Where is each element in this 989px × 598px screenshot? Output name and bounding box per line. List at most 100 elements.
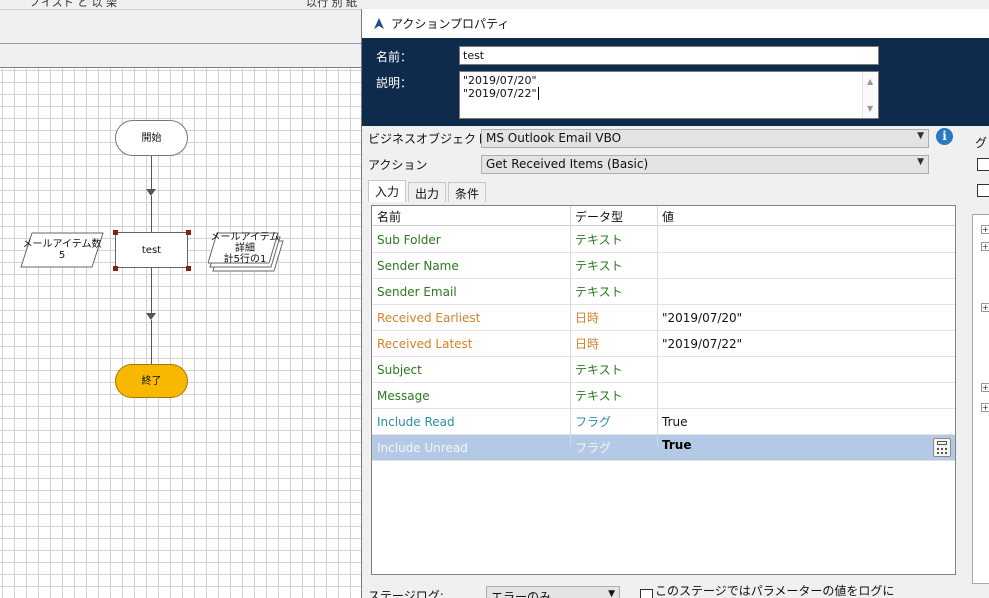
param-name: Sender Email: [377, 285, 457, 299]
param-value[interactable]: "2019/07/22": [662, 337, 742, 351]
stage-log-select[interactable]: エラーのみ ▼: [486, 586, 620, 598]
collection-text: メールアイテム詳細 計5行の1: [208, 231, 282, 265]
link-arrow: [151, 196, 152, 232]
expand-icon[interactable]: +: [981, 383, 989, 392]
start-stage[interactable]: 開始: [115, 120, 188, 156]
param-data-type: テキスト: [575, 259, 623, 273]
chevron-down-icon: ▼: [608, 589, 615, 598]
param-value[interactable]: True: [662, 438, 691, 452]
toolbar-ghost-text: ノイスト と 以 架: [30, 0, 118, 9]
column-divider: [657, 206, 658, 446]
param-data-type: テキスト: [575, 389, 623, 403]
dialog-title: アクションプロパティ: [391, 17, 510, 31]
param-data-type: テキスト: [575, 285, 623, 299]
canvas-header: [0, 44, 362, 67]
action-properties-dialog: アクションプロパティ 名前： test 説明： "2019/07/20" "20…: [361, 9, 989, 598]
link-arrow: [151, 268, 152, 316]
action-stage-icon: [374, 18, 384, 29]
tab-conditions[interactable]: 条件: [448, 182, 487, 202]
right-panel-tree: + + + + +: [972, 214, 989, 584]
arrow-head-icon: [146, 189, 156, 196]
param-value[interactable]: "2019/07/20": [662, 311, 742, 325]
data-item-value: 5: [58, 250, 66, 261]
param-name: Message: [377, 389, 430, 403]
expand-icon[interactable]: +: [981, 303, 989, 312]
business-object-label: ビジネスオブジェクト: [368, 132, 489, 146]
scroll-up-icon[interactable]: ▲: [867, 75, 873, 88]
right-panel-checkbox[interactable]: [977, 158, 989, 171]
collection-name: メールアイテム詳細: [210, 231, 280, 254]
param-data-type: 日時: [575, 311, 600, 325]
header-name: 名前: [377, 210, 402, 224]
description-label: 説明：: [376, 76, 413, 90]
tab-output[interactable]: 出力: [408, 182, 447, 202]
description-line-2: "2019/07/22": [463, 87, 539, 100]
param-name: Sender Name: [377, 259, 459, 273]
name-field[interactable]: test: [459, 46, 879, 65]
right-panel-checkbox[interactable]: [977, 184, 989, 197]
dialog-header: 名前： test 説明： "2019/07/20" "2019/07/22" ▲…: [362, 38, 989, 126]
table-row[interactable]: Message テキスト: [372, 383, 955, 409]
stage-log-value: エラーのみ: [491, 590, 552, 598]
param-name: Sub Folder: [377, 233, 441, 247]
param-value[interactable]: True: [662, 415, 688, 429]
description-line-1: "2019/07/20": [463, 74, 537, 87]
process-canvas[interactable]: 開始 メールアイテム数 5 test メールアイテム詳細 計5行の1 終了: [0, 67, 362, 598]
toolbar-ghost-text-2: 以行 別 紙: [306, 0, 357, 9]
action-select[interactable]: Get Received Items (Basic) ▼: [481, 155, 929, 174]
action-stage[interactable]: test: [115, 232, 188, 268]
expand-icon[interactable]: +: [981, 225, 989, 234]
chevron-down-icon: ▼: [917, 157, 924, 167]
table-row[interactable]: Sub Folder テキスト: [372, 227, 955, 253]
start-stage-label: 開始: [141, 132, 162, 144]
table-row[interactable]: Sender Email テキスト: [372, 279, 955, 305]
table-row[interactable]: Received Earliest 日時 "2019/07/20": [372, 305, 955, 331]
expand-icon[interactable]: +: [981, 403, 989, 412]
grid-header: 名前 データ型 値: [372, 206, 955, 226]
tab-input[interactable]: 入力: [368, 180, 407, 202]
selection-handle[interactable]: [113, 266, 118, 271]
param-log-checkbox[interactable]: [640, 589, 653, 598]
selection-handle[interactable]: [113, 230, 118, 235]
secondary-toolbar: [0, 10, 362, 44]
param-name: Subject: [377, 363, 422, 377]
action-value: Get Received Items (Basic): [486, 157, 649, 171]
param-name: Received Latest: [377, 337, 473, 351]
selection-handle[interactable]: [186, 230, 191, 235]
action-stage-label: test: [141, 244, 162, 256]
expand-icon[interactable]: +: [981, 242, 989, 251]
param-data-type: フラグ: [575, 441, 612, 455]
end-stage[interactable]: 終了: [115, 364, 188, 398]
link-arrow: [151, 320, 152, 364]
dialog-titlebar: アクションプロパティ: [362, 9, 989, 38]
input-parameters-grid: 名前 データ型 値 Sub Folder テキスト Sender Name テキスト S…: [371, 205, 956, 575]
description-field[interactable]: "2019/07/20" "2019/07/22" ▲ ▼: [459, 71, 879, 119]
param-name: Include Unread: [377, 441, 468, 455]
top-toolbar: ノイスト と 以 架 以行 別 紙: [0, 0, 362, 10]
table-row[interactable]: Received Latest 日時 "2019/07/22": [372, 331, 955, 357]
end-stage-label: 終了: [141, 375, 162, 387]
collection-rows: 計5行の1: [223, 253, 267, 265]
table-row[interactable]: Include Read フラグ True: [372, 409, 955, 435]
param-name: Received Earliest: [377, 311, 481, 325]
description-scrollbar[interactable]: ▲ ▼: [862, 72, 878, 118]
name-label: 名前：: [376, 50, 413, 64]
link-arrow: [151, 156, 152, 192]
param-name: Include Read: [377, 415, 455, 429]
header-data-type: データ型: [575, 210, 624, 224]
table-row[interactable]: Sender Name テキスト: [372, 253, 955, 279]
right-panel: グ + + + + +: [972, 126, 989, 598]
header-value: 値: [662, 210, 675, 224]
info-icon[interactable]: i: [936, 128, 953, 145]
stage-log-label: ステージログ:: [368, 589, 444, 598]
business-object-value: MS Outlook Email VBO: [486, 131, 622, 145]
chevron-down-icon: ▼: [917, 131, 924, 141]
expression-editor-icon[interactable]: [933, 438, 951, 457]
selection-handle[interactable]: [186, 266, 191, 271]
right-panel-label: グ: [975, 136, 988, 150]
business-object-select[interactable]: MS Outlook Email VBO ▼: [481, 129, 929, 148]
param-log-label: このステージではパラメーターの値をログに: [655, 584, 895, 598]
table-row[interactable]: Include Unread フラグ True: [372, 435, 955, 461]
scroll-down-icon[interactable]: ▼: [867, 102, 873, 115]
table-row[interactable]: Subject テキスト: [372, 357, 955, 383]
